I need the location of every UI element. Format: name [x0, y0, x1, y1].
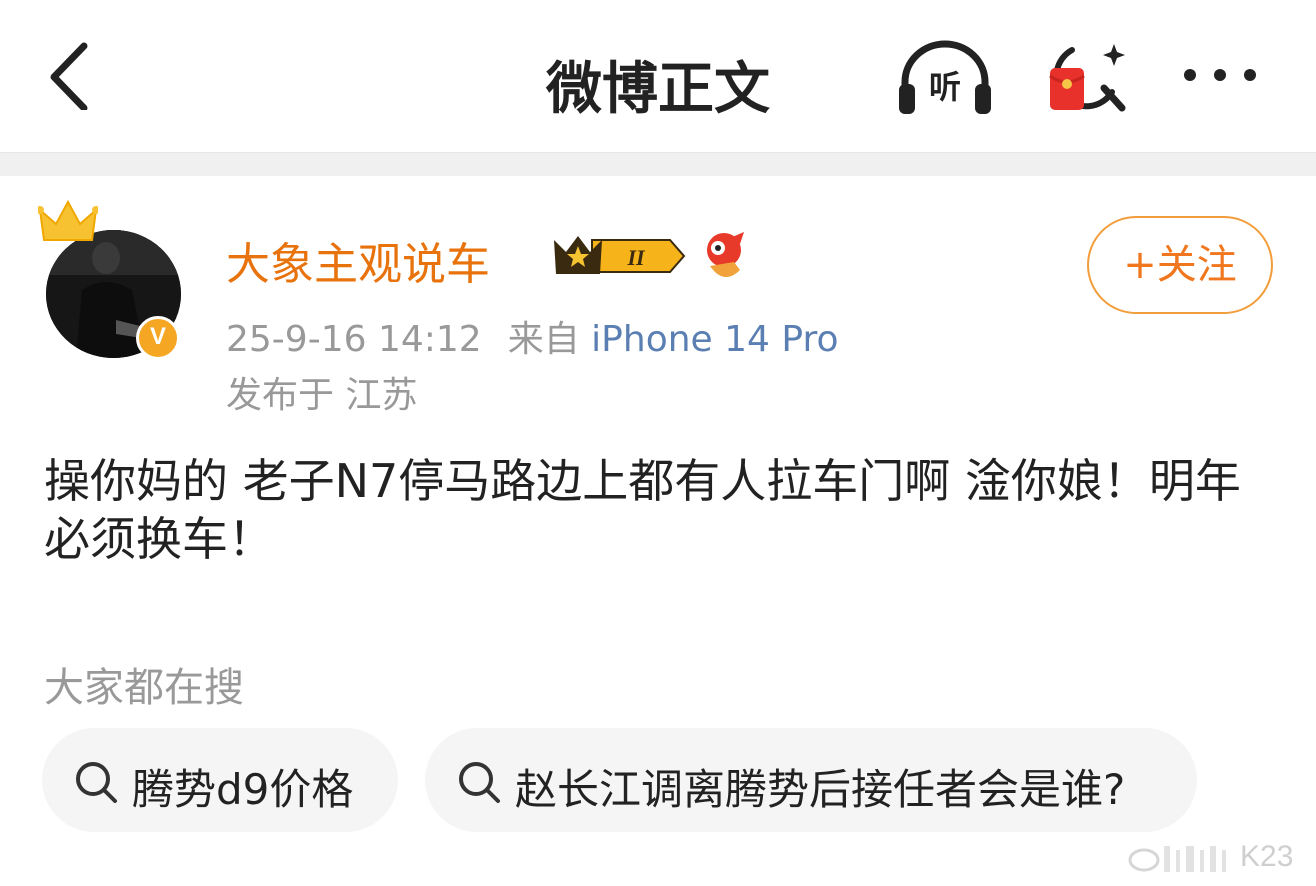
listen-button[interactable]: 听	[895, 40, 995, 115]
follow-button[interactable]: +关注	[1087, 216, 1273, 314]
headphones-icon: 听	[899, 40, 991, 114]
trending-label: 大家都在搜	[44, 665, 244, 711]
trending-chip-label: 赵长江调离腾势后接任者会是谁?	[515, 765, 1126, 814]
trending-chip[interactable]: 赵长江调离腾势后接任者会是谁?	[425, 728, 1197, 832]
back-arrow-icon	[50, 42, 88, 112]
post-text: 操你妈的 老子N7停马路边上都有人拉车门啊 淦你娘！明年必须换车！	[44, 454, 1241, 566]
crown-icon	[38, 199, 98, 241]
post-time: 25-9-16 14:12	[226, 319, 482, 360]
red-packet-icon	[1049, 44, 1126, 112]
trending-chip-label: 腾势d9价格	[132, 765, 354, 814]
search-icon	[459, 762, 500, 803]
header-separator	[0, 152, 1316, 176]
top-bar: 微博正文 听	[0, 0, 1316, 152]
author-name[interactable]: 大象主观说车	[226, 228, 490, 292]
listen-label: 听	[929, 68, 961, 106]
more-button[interactable]	[1180, 60, 1260, 90]
verified-icon: V	[136, 316, 180, 360]
red-packet-search-button[interactable]	[1042, 38, 1132, 118]
back-button[interactable]	[40, 40, 100, 112]
vip-level: II	[626, 245, 646, 270]
author-avatar-block[interactable]: V	[38, 198, 198, 363]
mascot-icon	[707, 232, 744, 278]
more-icon	[1184, 69, 1256, 81]
trending-chip[interactable]: 腾势d9价格	[42, 728, 398, 832]
source-prefix: 来自	[507, 319, 580, 360]
vip-badge-icon[interactable]: II	[552, 232, 687, 280]
watermark-text: K23	[1240, 840, 1294, 873]
device-link[interactable]: iPhone 14 Pro	[591, 319, 838, 360]
post-location: 发布于 江苏	[226, 375, 418, 416]
post-meta: 25-9-16 14:12 来自 iPhone 14 Pro	[226, 310, 839, 362]
verified-mark: V	[149, 323, 166, 350]
search-icon	[76, 762, 117, 803]
